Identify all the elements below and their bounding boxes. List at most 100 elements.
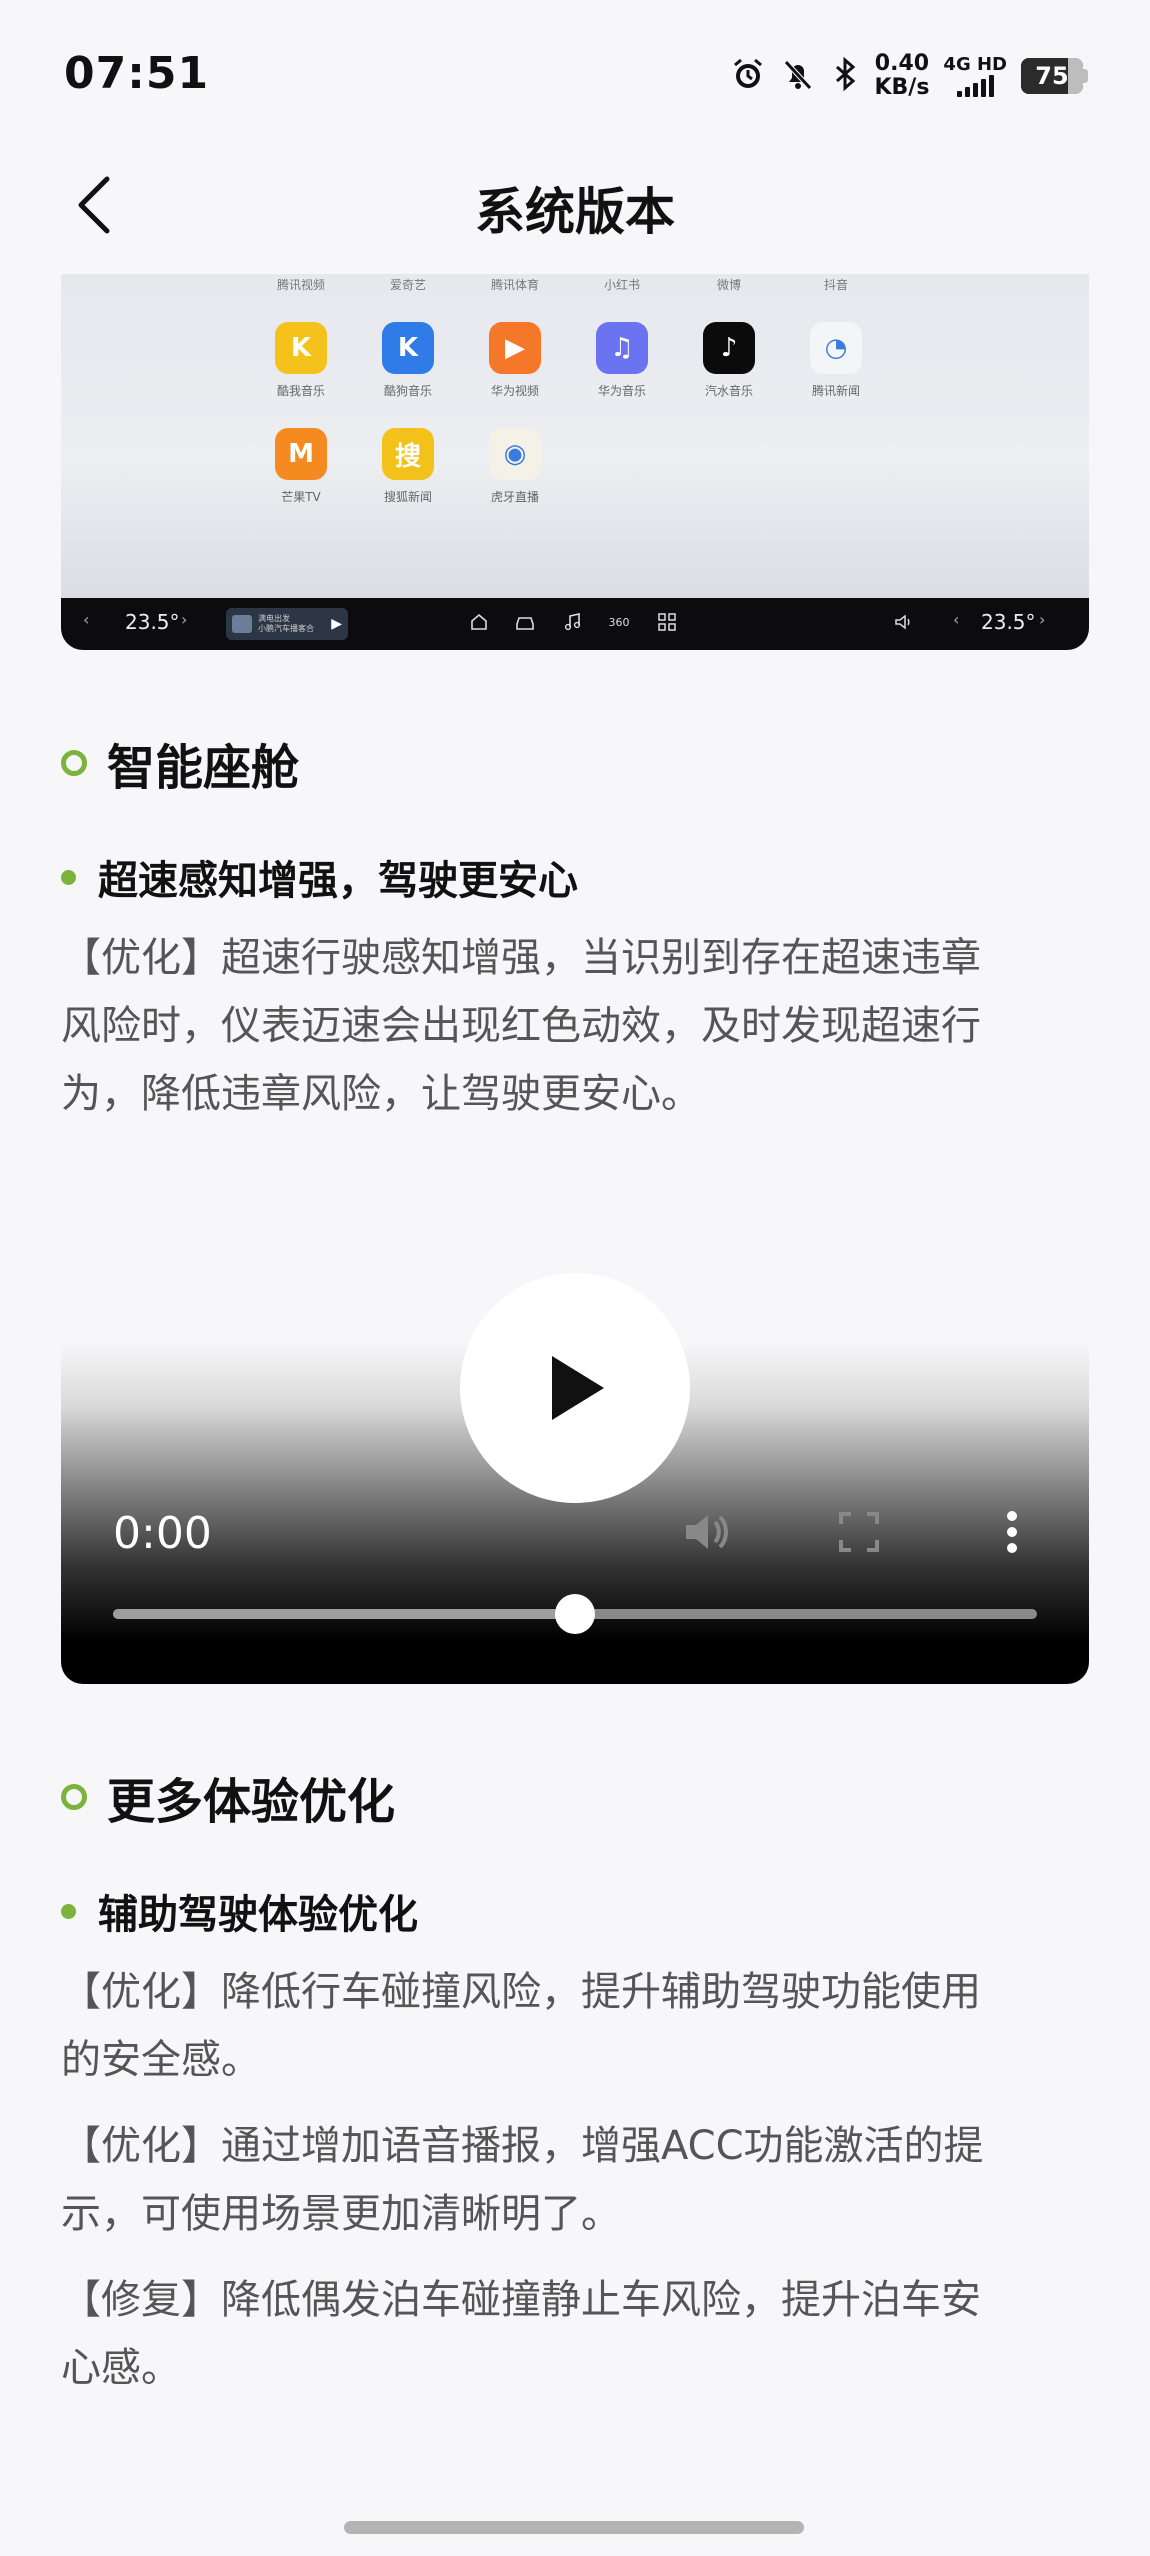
description-line: 心感。	[61, 2345, 181, 2391]
app-tile: K 酷我音乐	[256, 322, 346, 399]
signal-bars-icon	[956, 75, 994, 97]
network-speed: 0.40 KB/s	[874, 52, 929, 100]
chevron-right-icon: ›	[181, 610, 188, 629]
media-widget: 满电出发 小鹏汽车播客合 ▶	[226, 608, 348, 640]
app-label: 虎牙直播	[490, 490, 539, 504]
play-button[interactable]	[460, 1273, 690, 1503]
network-speed-value: 0.40	[874, 51, 930, 76]
feature-title: 辅助驾驶体验优化	[98, 1892, 418, 1938]
app-tile: ◔ 腾讯新闻	[791, 322, 881, 399]
app-tile: ▶ 华为视频	[470, 322, 560, 399]
home-indicator[interactable]	[344, 2521, 804, 2534]
mute-bell-icon	[780, 56, 816, 96]
feature-description: 【优化】通过增加语音播报，增强ACC功能激活的提 示，可使用场景更加清晰明了。	[61, 2112, 1091, 2248]
video-player[interactable]: 0:00	[61, 1150, 1089, 1684]
volume-icon	[686, 1515, 728, 1549]
mango-tv-icon: M	[275, 428, 327, 480]
app-label: 抖音	[823, 278, 848, 292]
huawei-video-icon: ▶	[489, 322, 541, 374]
description-line: 的安全感。	[61, 2037, 261, 2083]
more-vertical-icon	[1007, 1511, 1017, 1553]
app-label: 华为音乐	[597, 384, 646, 398]
feature-heading: 辅助驾驶体验优化	[61, 1882, 418, 1940]
battery-icon: 75	[1021, 58, 1088, 94]
feature-title: 超速感知增强，驾驶更安心	[98, 858, 578, 904]
alarm-icon	[730, 56, 766, 96]
feature-description: 【优化】超速行驶感知增强，当识别到存在超速违章 风险时，仪表迈速会出现红色动效，…	[61, 924, 1091, 1128]
app-label: 小红书	[603, 278, 640, 292]
signal-indicator: 4G HD	[943, 55, 1007, 97]
kuwo-icon: K	[275, 322, 327, 374]
app-tile: ♫ 华为音乐	[577, 322, 667, 399]
play-icon: ▶	[331, 616, 342, 632]
app-tile: M 芒果TV	[256, 428, 346, 505]
media-title: 满电出发	[258, 614, 290, 623]
dot-bullet-icon	[61, 1903, 76, 1919]
app-label: 微博	[716, 278, 741, 292]
app-label: 爱奇艺	[389, 278, 426, 292]
sohu-news-icon: 搜	[382, 428, 434, 480]
app-tile: ♪ 汽水音乐	[684, 322, 774, 399]
dot-bullet-icon	[61, 869, 76, 885]
chevron-left-icon: ‹	[83, 610, 90, 629]
app-tile: ◉ 虎牙直播	[470, 428, 560, 505]
description-line: 【优化】降低行车碰撞风险，提升辅助驾驶功能使用	[61, 1969, 981, 2015]
description-line: 为，降低违章风险，让驾驶更安心。	[61, 1071, 701, 1117]
section-heading: 智能座舱	[61, 728, 299, 798]
status-time: 07:51	[64, 48, 210, 99]
apps-grid-icon	[655, 610, 679, 634]
app-label: 华为视频	[490, 384, 539, 398]
status-bar: 07:51 0.40 KB/s 4G HD 75	[0, 0, 1150, 150]
fullscreen-icon	[839, 1512, 879, 1552]
music-icon	[561, 610, 585, 634]
app-label: 酷我音乐	[276, 384, 325, 398]
app-label: 芒果TV	[281, 490, 321, 504]
chevron-right-icon: ›	[1039, 610, 1046, 629]
ring-bullet-icon	[61, 750, 87, 776]
signal-label: 4G HD	[943, 54, 1007, 75]
description-line: 【优化】超速行驶感知增强，当识别到存在超速违章	[61, 935, 981, 981]
description-line: 【修复】降低偶发泊车碰撞静止车风险，提升泊车安	[61, 2277, 981, 2323]
video-scrubber-handle[interactable]	[555, 1594, 595, 1634]
description-line: 【优化】通过增加语音播报，增强ACC功能激活的提	[61, 2123, 984, 2169]
battery-level: 75	[1035, 62, 1069, 90]
more-options-button[interactable]	[982, 1502, 1042, 1562]
page-title: 系统版本	[475, 183, 675, 241]
camera-360-icon: 360	[608, 615, 630, 629]
left-temperature: 23.5°	[125, 610, 180, 634]
network-speed-unit: KB/s	[874, 75, 930, 100]
app-label: 汽水音乐	[704, 384, 753, 398]
feature-heading: 超速感知增强，驾驶更安心	[61, 848, 578, 906]
play-icon	[552, 1356, 604, 1420]
description-line: 风险时，仪表迈速会出现红色动效，及时发现超速行	[61, 1003, 981, 1049]
media-subtitle: 小鹏汽车播客合	[258, 624, 314, 633]
video-progress-bar[interactable]	[113, 1594, 1037, 1634]
app-label: 酷狗音乐	[383, 384, 432, 398]
video-time: 0:00	[113, 1508, 212, 1559]
huya-icon: ◉	[489, 428, 541, 480]
app-label: 腾讯新闻	[811, 384, 860, 398]
kugou-icon: K	[382, 322, 434, 374]
ring-bullet-icon	[61, 1784, 87, 1810]
car-ui-screenshot: 腾讯视频 爱奇艺 腾讯体育 小红书 微博 抖音 K 酷我音乐 K 酷狗音乐 ▶ 华为视频 ♫ 华为音乐 ♪…	[61, 274, 1089, 650]
tencent-news-icon: ◔	[810, 322, 862, 374]
description-line: 示，可使用场景更加清晰明了。	[61, 2191, 621, 2237]
nav-header: 系统版本	[0, 150, 1150, 260]
home-icon	[467, 610, 491, 634]
video-progress-fill	[113, 1609, 575, 1619]
bluetooth-icon	[830, 56, 860, 96]
app-tile: 搜搜狐新闻	[363, 428, 453, 505]
media-thumbnail	[232, 615, 252, 633]
car-dock: ‹ 23.5° › 满电出发 小鹏汽车播客合 ▶ 360 ‹ 23.5° ›	[61, 598, 1089, 650]
right-temperature: 23.5°	[981, 610, 1036, 634]
feature-description: 【优化】降低行车碰撞风险，提升辅助驾驶功能使用 的安全感。	[61, 1958, 1091, 2094]
section-heading: 更多体验优化	[61, 1762, 395, 1832]
chevron-left-icon: ‹	[953, 610, 960, 629]
app-label: 腾讯视频	[276, 278, 325, 292]
huawei-music-icon: ♫	[596, 322, 648, 374]
fullscreen-button[interactable]	[829, 1502, 889, 1562]
app-tile: K 酷狗音乐	[363, 322, 453, 399]
section-title: 智能座舱	[107, 740, 300, 796]
volume-button[interactable]	[676, 1502, 736, 1562]
qishui-icon: ♪	[703, 322, 755, 374]
